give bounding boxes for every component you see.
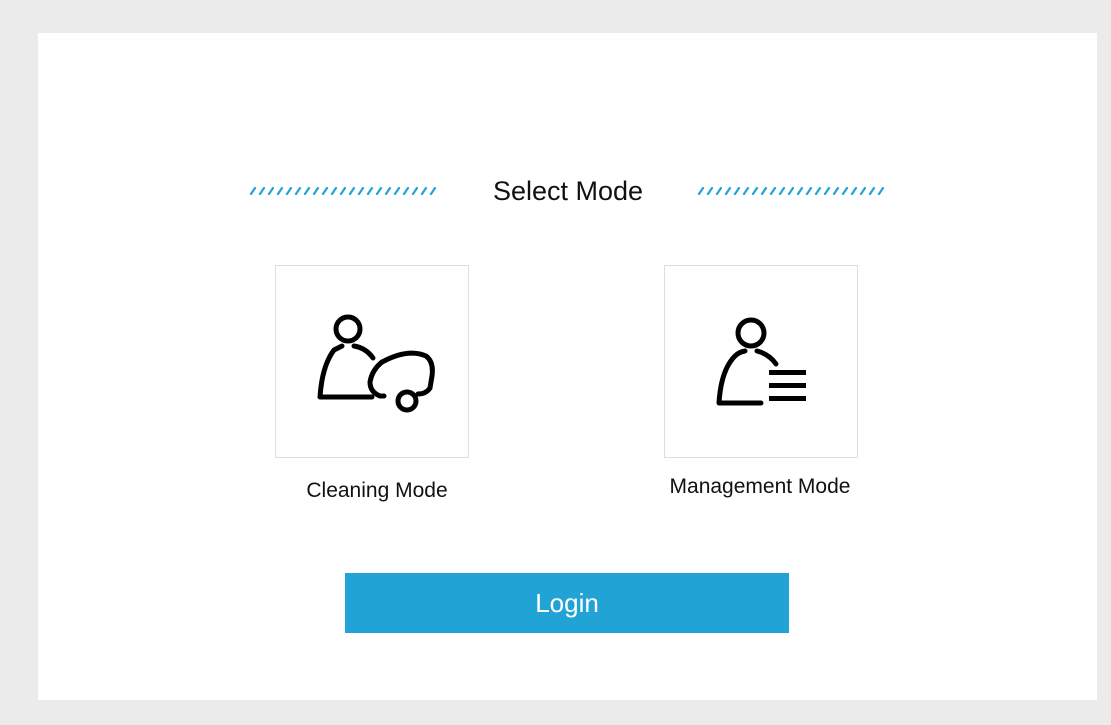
- management-mode-card[interactable]: [664, 265, 858, 458]
- cleaning-mode-card[interactable]: [275, 265, 469, 458]
- person-cleaning-machine-icon: [317, 314, 435, 413]
- page-title: Select Mode: [492, 176, 644, 206]
- mode-select-panel: Select Mode Cleaning Mode Management Mod…: [38, 33, 1097, 700]
- title-row: Select Mode: [38, 173, 1097, 213]
- app-window: Select Mode Cleaning Mode Management Mod…: [0, 0, 1111, 725]
- decorative-stripe-right: [698, 187, 884, 195]
- person-list-icon: [716, 317, 806, 406]
- cleaning-mode-label[interactable]: Cleaning Mode: [238, 479, 516, 503]
- login-button[interactable]: Login: [345, 573, 789, 633]
- management-mode-label[interactable]: Management Mode: [628, 475, 892, 499]
- decorative-stripe-left: [250, 187, 436, 195]
